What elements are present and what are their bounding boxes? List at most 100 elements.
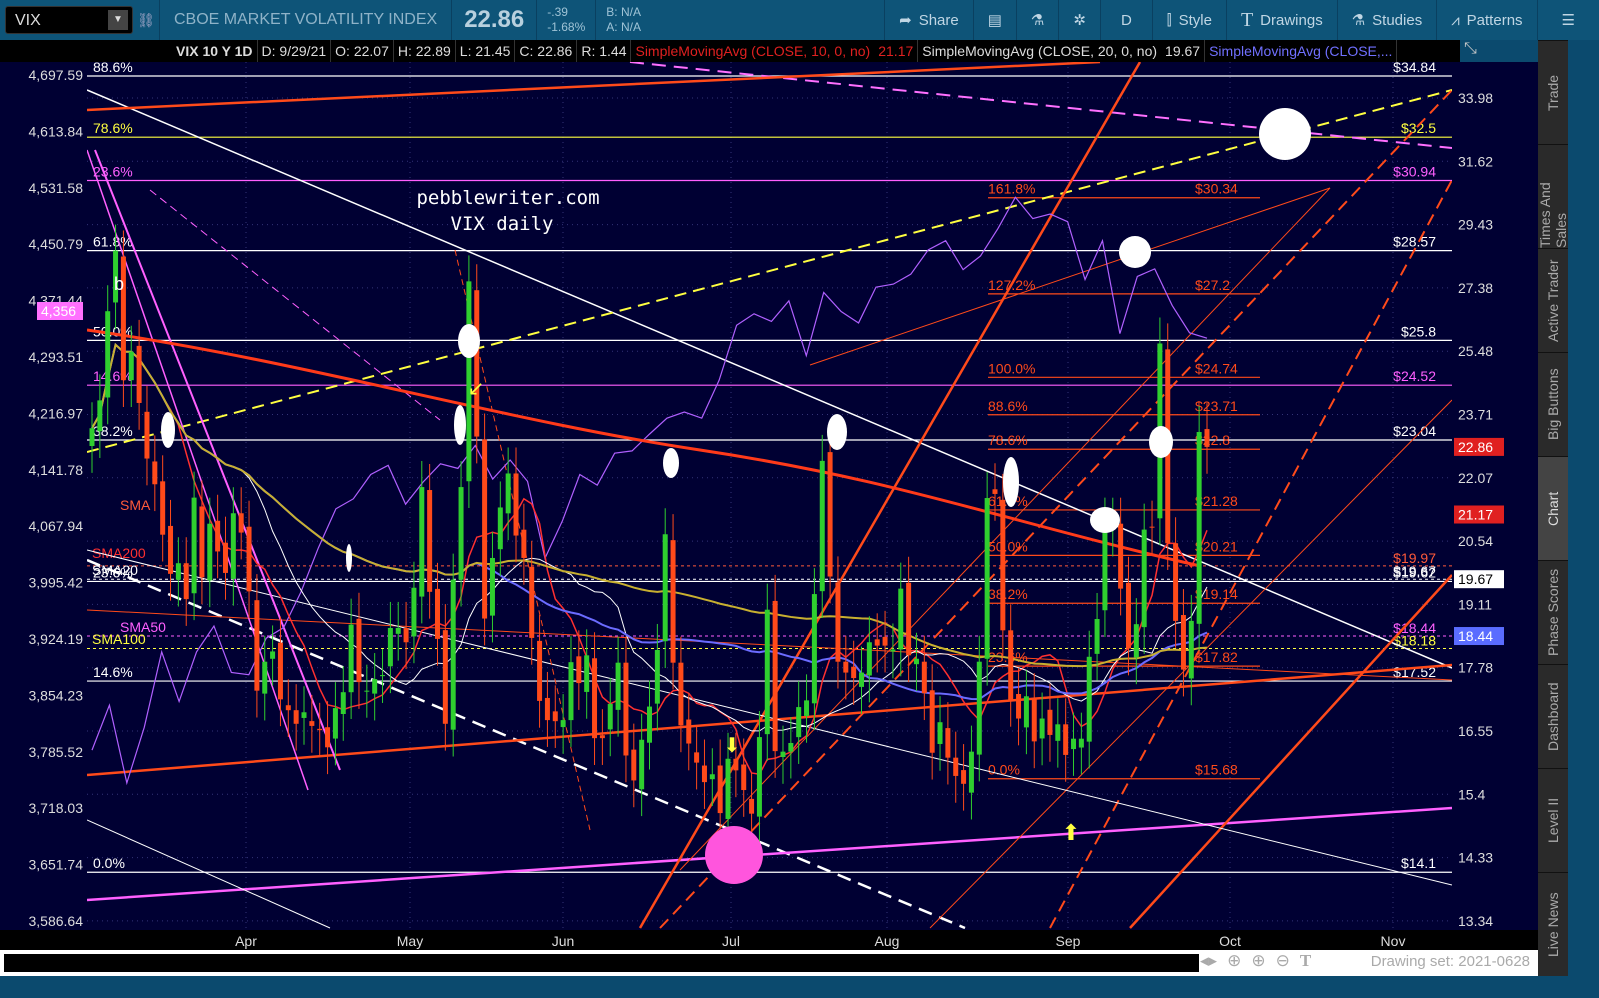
left-tick-label: 3,718.03: [29, 800, 84, 816]
highlight-ellipse: [1003, 457, 1019, 507]
time-scrollbar[interactable]: [4, 954, 1199, 972]
trendline[interactable]: [87, 806, 1452, 902]
candle-body: [913, 658, 919, 665]
candle-body: [238, 513, 244, 533]
trendline[interactable]: [659, 89, 1452, 929]
trendline[interactable]: [87, 89, 1452, 453]
trendline[interactable]: [638, 62, 1142, 929]
right-tick-label: 27.38: [1458, 280, 1493, 296]
highlight-ellipse: [827, 414, 847, 450]
fib-price-tag: $23.71: [1195, 398, 1238, 414]
candle-body: [560, 720, 566, 728]
candle-body: [1078, 738, 1084, 748]
drawing-set[interactable]: Drawing set: 2021-0628: [1371, 953, 1530, 970]
candle-body: [843, 661, 849, 673]
chart-title-text: pebblewriter.com: [416, 187, 599, 209]
candle-body: [976, 661, 982, 755]
left-tick-label: 4,293.51: [29, 349, 84, 365]
candle-body: [168, 525, 174, 574]
side-tab-trade[interactable]: Trade: [1538, 40, 1568, 144]
candle-body: [348, 624, 354, 693]
candle-body: [607, 703, 613, 730]
candle-body: [1031, 699, 1037, 742]
zoom-out-icon[interactable]: ⊖: [1276, 951, 1290, 971]
left-tick-label: 3,924.19: [29, 631, 84, 647]
side-tab-level-ii[interactable]: Level II: [1538, 768, 1568, 872]
time-tick-label: Sep: [1056, 933, 1081, 949]
crosshair-icon[interactable]: ⊕: [1227, 951, 1241, 971]
candle-body: [811, 594, 817, 704]
trendline[interactable]: [629, 62, 1452, 149]
left-tick-label: 4,216.97: [29, 405, 84, 421]
fib-label: 38.2%: [988, 586, 1028, 602]
highlight-circle: [705, 826, 763, 884]
right-tick-label: 20.54: [1458, 533, 1493, 549]
sma-price-tag: $19.67: [1393, 563, 1436, 579]
candle-body: [615, 662, 621, 710]
candle-body: [670, 540, 676, 663]
highlight-ellipse: [663, 448, 679, 478]
candle-body: [882, 636, 888, 646]
left-tick-label: 4,067.94: [29, 518, 84, 534]
candle-body: [866, 642, 872, 676]
side-tab-dashboard[interactable]: Dashboard: [1538, 664, 1568, 768]
trendline[interactable]: [1129, 574, 1452, 929]
candle-body: [851, 666, 857, 679]
candle-body: [819, 460, 825, 592]
left-tick-label: 3,995.42: [29, 575, 84, 591]
side-tab-times-and-sales[interactable]: Times And Sales: [1537, 144, 1569, 248]
pan-icon[interactable]: ◂▸: [1200, 951, 1217, 971]
candle-body: [403, 627, 409, 643]
side-tab-big-buttons[interactable]: Big Buttons: [1538, 352, 1568, 456]
candle-body: [968, 751, 974, 793]
candle-body: [654, 649, 660, 704]
candle-body: [552, 711, 558, 722]
fib-label: 14.6%: [93, 664, 133, 680]
fib-label: 161.8%: [988, 181, 1035, 197]
bottom-bar: ◂▸ ⊕ ⊕ ⊖ T Drawing set: 2021-0628: [0, 950, 1538, 976]
left-tick-label: 3,854.23: [29, 687, 84, 703]
candle-body: [898, 588, 904, 650]
candle-body: [953, 757, 959, 776]
candle-body: [450, 579, 456, 730]
candle-body: [1133, 624, 1139, 658]
text-tool-icon[interactable]: T: [1300, 951, 1311, 971]
trendline[interactable]: [809, 187, 1331, 366]
price-box-label: 19.67: [1458, 571, 1493, 587]
sma-label: SMA: [120, 497, 151, 513]
sma-label: SMA100: [92, 631, 146, 647]
highlight-ellipse: [454, 405, 466, 445]
candle-body: [136, 345, 142, 403]
candle-body: [191, 497, 197, 594]
candle-body: [285, 705, 291, 711]
trendline[interactable]: [87, 819, 331, 929]
candle-body: [293, 710, 299, 724]
right-tick-label: 23.71: [1458, 407, 1493, 423]
candle-body: [725, 758, 731, 819]
candle-body: [961, 770, 967, 784]
zoom-in-icon[interactable]: ⊕: [1251, 951, 1265, 971]
chart-canvas: 88.6% $34.84 78.6% $32.5 23.6% $30.94 61.8% $28…: [29, 59, 1504, 949]
candle-body: [599, 735, 605, 739]
candle-body: [1039, 718, 1045, 739]
right-tick-label: 17.78: [1458, 660, 1493, 676]
candle-body: [717, 765, 723, 814]
candle-body: [277, 642, 283, 700]
side-tab-live-news[interactable]: Live News: [1538, 872, 1568, 976]
right-tick-label: 15.4: [1458, 786, 1485, 802]
trendline[interactable]: [87, 149, 309, 791]
side-tab-chart[interactable]: Chart: [1538, 456, 1568, 560]
fib-label: 88.6%: [93, 59, 133, 75]
side-tab-phase-scores[interactable]: Phase Scores: [1538, 560, 1568, 664]
side-tab-active-trader[interactable]: Active Trader: [1538, 248, 1568, 352]
candle-body: [419, 487, 425, 597]
trendline[interactable]: [87, 62, 1101, 112]
candle-body: [372, 679, 378, 694]
candle-body: [756, 737, 762, 817]
trendline[interactable]: [1049, 179, 1452, 929]
candle-body: [128, 351, 134, 381]
right-tick-label: 22.07: [1458, 470, 1493, 486]
fib-price-tag: $28.57: [1393, 234, 1436, 250]
candle-body: [576, 656, 582, 684]
candle-body: [458, 487, 464, 580]
